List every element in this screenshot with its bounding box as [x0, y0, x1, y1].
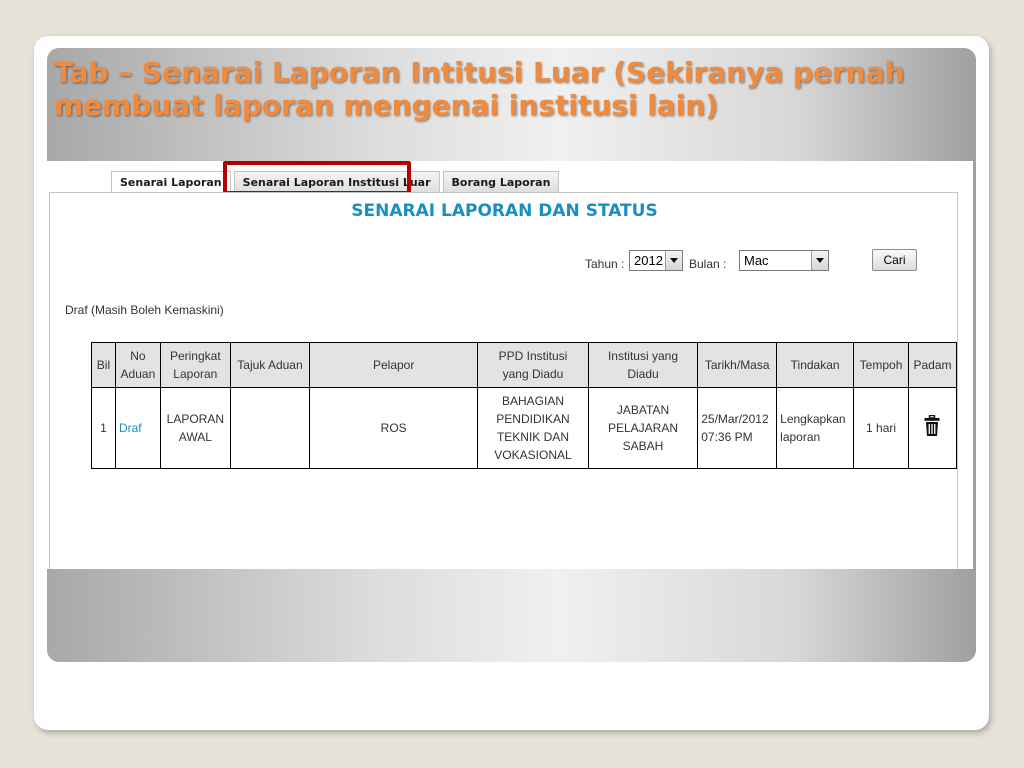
col-institusi-diadu: Institusi yang Diadu: [587, 342, 699, 388]
cell-institusi-line2: PELAJARAN: [607, 421, 679, 435]
col-tajuk-aduan: Tajuk Aduan: [229, 342, 311, 388]
cell-pelapor: ROS: [309, 387, 479, 469]
report-table: Bil No Aduan Peringkat Laporan Tajuk Adu…: [91, 342, 958, 469]
cell-institusi-line1: JABATAN: [616, 403, 670, 417]
cell-institusi-line3: SABAH: [622, 439, 664, 453]
slide-title: Tab – Senarai Laporan Intitusi Luar (Sek…: [54, 56, 905, 122]
col-ppd-line2: yang Diadu: [502, 367, 564, 381]
cell-tarikh-masa: 25/Mar/2012 07:36 PM: [697, 387, 778, 469]
table-row: 1 Draf LAPORAN AWAL ROS BAHAGIAN PENDIDI…: [91, 387, 958, 469]
cell-tarikh-line1: 25/Mar/2012: [701, 412, 769, 426]
col-tindakan: Tindakan: [776, 342, 855, 388]
cell-peringkat-line1: LAPORAN: [166, 412, 224, 426]
report-panel: SENARAI LAPORAN DAN STATUS Tahun : 2012 …: [49, 192, 958, 569]
app-screenshot: Senarai Laporan Senarai Laporan Institus…: [47, 161, 973, 569]
col-bil: Bil: [91, 342, 116, 388]
col-ppd-line1: PPD Institusi: [498, 349, 568, 363]
cell-tindakan-line2: laporan: [780, 430, 821, 444]
trash-icon[interactable]: [924, 414, 940, 442]
cell-tindakan-line1: Lengkapkan: [780, 412, 846, 426]
tahun-label: Tahun :: [585, 257, 625, 271]
col-no-aduan-line1: No: [130, 349, 146, 363]
chevron-down-icon: [811, 251, 828, 270]
col-institusi-line2: Diadu: [627, 367, 659, 381]
col-ppd-institusi: PPD Institusi yang Diadu: [477, 342, 589, 388]
chevron-down-icon: [665, 251, 682, 270]
bulan-label: Bulan :: [689, 257, 727, 271]
col-peringkat: Peringkat Laporan: [159, 342, 231, 388]
draft-section-label: Draf (Masih Boleh Kemaskini): [65, 303, 224, 317]
tahun-value: 2012: [634, 253, 663, 268]
tab-highlight-box: [223, 161, 411, 195]
col-tarikh-masa: Tarikh/Masa: [697, 342, 778, 388]
col-tempoh: Tempoh: [853, 342, 909, 388]
col-no-aduan: No Aduan: [114, 342, 161, 388]
col-pelapor: Pelapor: [309, 342, 479, 388]
cell-ppd-institusi: BAHAGIAN PENDIDIKAN TEKNIK DAN VOKASIONA…: [477, 387, 589, 469]
cell-tajuk-aduan: [229, 387, 311, 469]
cell-ppd-line1: BAHAGIAN: [501, 394, 564, 408]
cell-tempoh: 1 hari: [853, 387, 909, 469]
cari-button[interactable]: Cari: [872, 249, 917, 271]
col-institusi-line1: Institusi yang: [607, 349, 679, 363]
cell-bil: 1: [91, 387, 116, 469]
cell-tindakan: Lengkapkan laporan: [776, 387, 855, 469]
cell-peringkat: LAPORAN AWAL: [159, 387, 231, 469]
cell-tarikh-line2: 07:36 PM: [701, 430, 753, 444]
cell-institusi-diadu: JABATAN PELAJARAN SABAH: [587, 387, 699, 469]
cell-no-aduan: Draf: [114, 387, 161, 469]
col-peringkat-line1: Peringkat: [169, 349, 221, 363]
col-no-aduan-line2: Aduan: [120, 367, 156, 381]
draf-link[interactable]: Draf: [119, 421, 142, 435]
tab-senarai-laporan[interactable]: Senarai Laporan: [111, 171, 231, 193]
table-header-row: Bil No Aduan Peringkat Laporan Tajuk Adu…: [91, 342, 958, 388]
tab-borang-laporan[interactable]: Borang Laporan: [442, 171, 560, 192]
bulan-select[interactable]: Mac: [739, 250, 829, 271]
cell-ppd-line4: VOKASIONAL: [494, 448, 572, 462]
cell-padam: [907, 387, 958, 469]
cell-ppd-line2: PENDIDIKAN: [496, 412, 570, 426]
cell-ppd-line3: TEKNIK DAN: [496, 430, 569, 444]
bulan-value: Mac: [744, 253, 769, 268]
panel-heading: SENARAI LAPORAN DAN STATUS: [351, 201, 658, 221]
col-peringkat-line2: Laporan: [173, 367, 218, 381]
col-padam: Padam: [907, 342, 958, 388]
tahun-select[interactable]: 2012: [629, 250, 683, 271]
cell-peringkat-line2: AWAL: [178, 430, 212, 444]
